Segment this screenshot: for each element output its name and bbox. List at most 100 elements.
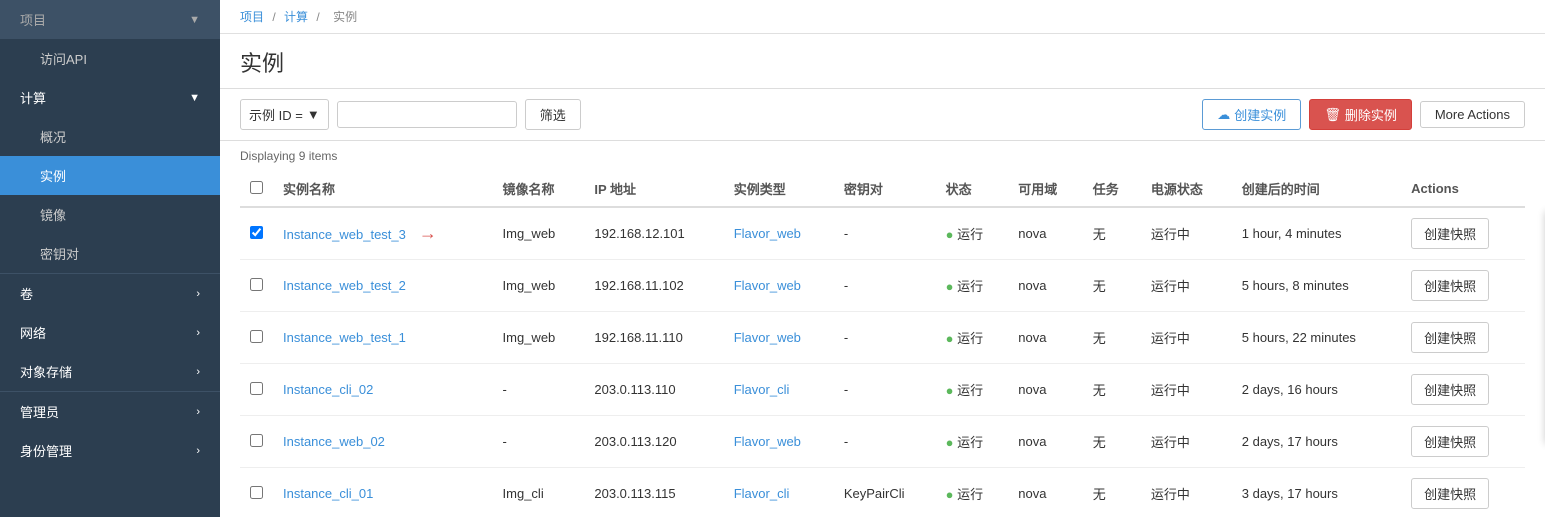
instance-image: Img_web: [493, 260, 585, 312]
instance-name-link[interactable]: Instance_web_test_3: [283, 227, 406, 242]
table-row: Instance_cli_01Img_cli203.0.113.115Flavo…: [240, 468, 1525, 517]
create-snapshot-button[interactable]: 创建快照: [1411, 426, 1489, 457]
instance-image: Img_web: [493, 207, 585, 260]
instance-actions: 创建快照: [1401, 260, 1525, 312]
instance-age: 5 hours, 22 minutes: [1232, 312, 1401, 364]
instance-image: Img_web: [493, 312, 585, 364]
row-checkbox[interactable]: [250, 486, 263, 499]
create-snapshot-button[interactable]: 创建快照: [1411, 374, 1489, 405]
instance-power: 运行中: [1141, 468, 1232, 517]
breadcrumb-project[interactable]: 项目: [240, 10, 264, 24]
col-age: 创建后的时间: [1232, 171, 1401, 207]
filter-button[interactable]: 筛选: [525, 99, 581, 130]
instance-image: -: [493, 364, 585, 416]
table-row: Instance_web_test_2Img_web192.168.11.102…: [240, 260, 1525, 312]
toolbar: 示例 ID = ▼ 筛选 ☁ 创建实例 🗑 删除实例 More Actions: [220, 89, 1545, 141]
instance-actions: 创建快照绑定浮动IP连接接口分离接口编辑实例连接卷分离卷更新元数据: [1401, 207, 1525, 260]
row-checkbox[interactable]: [250, 382, 263, 395]
col-flavor: 实例类型: [724, 171, 834, 207]
table-row: Instance_web_02-203.0.113.120Flavor_web-…: [240, 416, 1525, 468]
instance-name-link[interactable]: Instance_web_test_2: [283, 278, 406, 293]
create-snapshot-button[interactable]: 创建快照: [1411, 478, 1489, 509]
instance-ip: 192.168.11.110: [584, 312, 723, 364]
table-row: Instance_web_test_1 Img_web192.168.11.110…: [240, 312, 1525, 364]
chevron-right-icon: ›: [196, 445, 200, 457]
create-instance-button[interactable]: ☁ 创建实例: [1202, 99, 1301, 130]
instance-flavor-link[interactable]: Flavor_cli: [734, 486, 790, 501]
instance-ip: 203.0.113.110: [584, 364, 723, 416]
instance-ip: 203.0.113.115: [584, 468, 723, 517]
instance-flavor-link[interactable]: Flavor_web: [734, 226, 801, 241]
create-snapshot-button[interactable]: 创建快照: [1411, 322, 1489, 353]
instance-name-link[interactable]: Instance_cli_01: [283, 486, 373, 501]
sidebar-item-visit-api[interactable]: 访问API: [0, 39, 220, 78]
col-image: 镜像名称: [493, 171, 585, 207]
instance-keypair: -: [834, 260, 936, 312]
col-power: 电源状态: [1141, 171, 1232, 207]
select-all-checkbox[interactable]: [250, 181, 263, 194]
sidebar-item-images[interactable]: 镜像: [0, 195, 220, 234]
chevron-right-icon: ›: [196, 288, 200, 300]
instance-keypair: -: [834, 207, 936, 260]
instance-name-link[interactable]: Instance_web_test_1: [283, 330, 406, 345]
row-checkbox[interactable]: [250, 330, 263, 343]
more-actions-button[interactable]: More Actions: [1420, 101, 1525, 128]
filter-input[interactable]: [337, 101, 517, 128]
chevron-right-icon: ›: [196, 366, 200, 378]
trash-icon: 🗑: [1324, 107, 1341, 123]
instance-status: ● 运行: [936, 468, 1009, 517]
create-snapshot-button[interactable]: 创建快照: [1411, 270, 1489, 301]
col-az: 可用域: [1008, 171, 1083, 207]
row-checkbox[interactable]: [250, 226, 263, 239]
instance-power: 运行中: [1141, 207, 1232, 260]
filter-select[interactable]: 示例 ID = ▼: [240, 99, 329, 130]
instance-task: 无: [1083, 260, 1141, 312]
instance-name-link[interactable]: Instance_web_02: [283, 434, 385, 449]
col-name: 实例名称: [273, 171, 493, 207]
sidebar-item-project[interactable]: 项目 ▼: [0, 0, 220, 39]
instance-actions: 创建快照: [1401, 416, 1525, 468]
sidebar-item-object-storage[interactable]: 对象存储 ›: [0, 352, 220, 391]
page-header: 实例: [220, 34, 1545, 89]
instance-name-link[interactable]: Instance_cli_02: [283, 382, 373, 397]
instance-age: 1 hour, 4 minutes: [1232, 207, 1401, 260]
table-row: Instance_web_test_3 →Img_web192.168.12.1…: [240, 207, 1525, 260]
displaying-count: Displaying 9 items: [240, 141, 1525, 171]
breadcrumb: 项目 / 计算 / 实例: [220, 0, 1545, 34]
instance-az: nova: [1008, 207, 1083, 260]
sidebar-item-compute[interactable]: 计算 ▼: [0, 78, 220, 117]
instance-actions: 创建快照: [1401, 364, 1525, 416]
sidebar-item-admin[interactable]: 管理员 ›: [0, 392, 220, 431]
instance-status: ● 运行: [936, 260, 1009, 312]
row-checkbox[interactable]: [250, 434, 263, 447]
instance-flavor-link[interactable]: Flavor_web: [734, 330, 801, 345]
instance-flavor-link[interactable]: Flavor_web: [734, 434, 801, 449]
row-checkbox[interactable]: [250, 278, 263, 291]
chevron-right-icon: ›: [196, 327, 200, 339]
instance-az: nova: [1008, 468, 1083, 517]
instance-az: nova: [1008, 364, 1083, 416]
sidebar-item-instances[interactable]: 实例: [0, 156, 220, 195]
instance-flavor-link[interactable]: Flavor_web: [734, 278, 801, 293]
delete-instance-button[interactable]: 🗑 删除实例: [1309, 99, 1412, 130]
instance-ip: 192.168.12.101: [584, 207, 723, 260]
main-content: 项目 / 计算 / 实例 实例 示例 ID = ▼ 筛选 ☁ 创建实例 🗑 删除…: [220, 0, 1545, 517]
create-snapshot-button[interactable]: 创建快照: [1411, 218, 1489, 249]
col-actions: Actions: [1401, 171, 1525, 207]
instance-az: nova: [1008, 416, 1083, 468]
sidebar-item-network[interactable]: 网络 ›: [0, 313, 220, 352]
breadcrumb-compute[interactable]: 计算: [284, 10, 308, 24]
instance-flavor-link[interactable]: Flavor_cli: [734, 382, 790, 397]
sidebar-item-identity[interactable]: 身份管理 ›: [0, 431, 220, 470]
instance-keypair: -: [834, 364, 936, 416]
sidebar-item-volumes[interactable]: 卷 ›: [0, 274, 220, 313]
instance-status: ● 运行: [936, 416, 1009, 468]
instances-table: 实例名称 镜像名称 IP 地址 实例类型 密钥对 状态 可用域 任务 电源状态 …: [240, 171, 1525, 517]
sidebar-item-keypairs[interactable]: 密钥对: [0, 234, 220, 273]
chevron-down-icon: ▼: [307, 107, 320, 122]
instance-status: ● 运行: [936, 207, 1009, 260]
instance-age: 2 days, 17 hours: [1232, 416, 1401, 468]
chevron-right-icon: ›: [196, 406, 200, 418]
col-keypair: 密钥对: [834, 171, 936, 207]
sidebar-item-overview[interactable]: 概况: [0, 117, 220, 156]
